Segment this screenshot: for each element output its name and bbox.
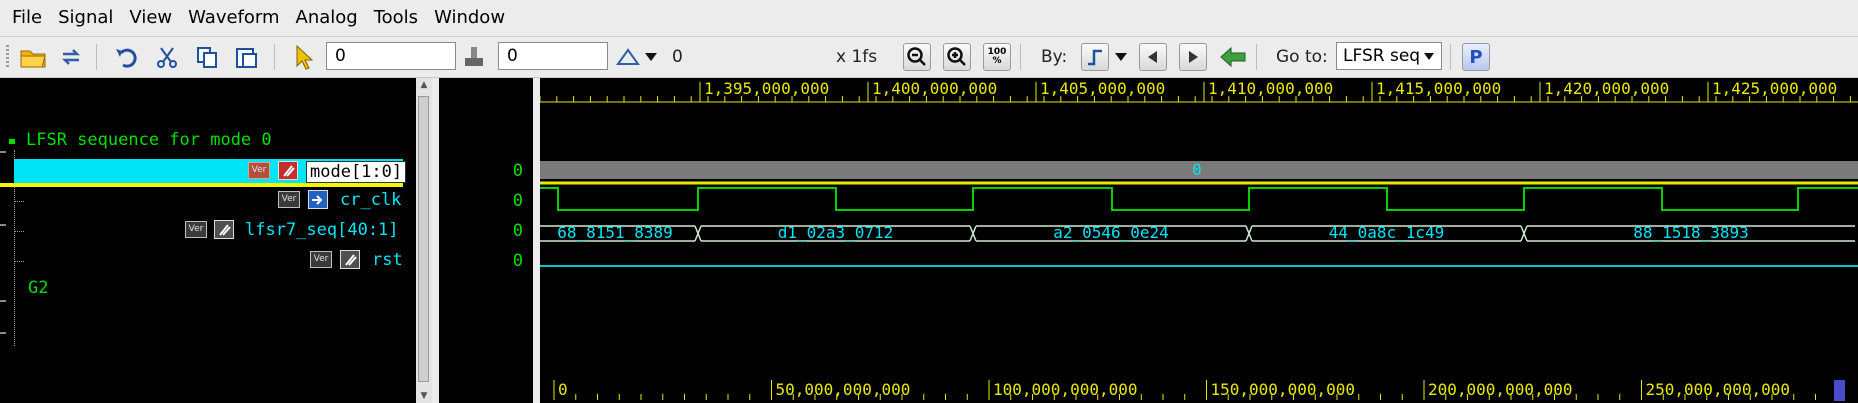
cut-icon[interactable] xyxy=(152,42,182,72)
verilog-badge-icon: Ver xyxy=(278,191,300,208)
ruler-top-label: 1,395,000,000 xyxy=(704,79,829,98)
ruler-bottom-label: 50,000,000,000 xyxy=(776,380,911,399)
ruler-bottom-label: 200,000,000,000 xyxy=(1428,380,1573,399)
value-rst: 0 xyxy=(512,251,523,271)
ruler-top-label: 1,415,000,000 xyxy=(1376,79,1501,98)
marker-time-input[interactable]: 0 xyxy=(498,42,608,70)
wave-lfsr-value: 88_1518_3893 xyxy=(1633,223,1749,242)
search-prev-button[interactable] xyxy=(1139,43,1167,71)
goto-label: Go to: xyxy=(1276,47,1328,67)
goto-select[interactable]: LFSR seq xyxy=(1336,42,1442,70)
wave-lfsr-value: a2_0546_0e24 xyxy=(1053,223,1169,242)
time-ruler-bottom[interactable]: 0 50,000,000,000 100,000,000,000 150,000,00… xyxy=(540,378,1858,403)
triangle-left-icon xyxy=(1148,51,1157,63)
wave-lfsr-value: 44_0a8c_1c49 xyxy=(1329,223,1445,242)
menu-signal[interactable]: Signal xyxy=(50,0,121,36)
zoom-full-button[interactable]: 100 % xyxy=(983,43,1011,71)
ruler-top-label: 1,420,000,000 xyxy=(1544,79,1669,98)
zoom-out-icon xyxy=(907,47,926,66)
delta-value: 0 xyxy=(672,47,683,67)
reload-icon[interactable] xyxy=(56,42,86,72)
signal-value-pane[interactable]: 0 0 0 0 xyxy=(439,78,533,403)
group-title-g2[interactable]: G2 xyxy=(28,278,48,298)
open-folder-icon[interactable] xyxy=(18,42,48,72)
menu-file[interactable]: File xyxy=(0,0,50,36)
triangle-right-icon xyxy=(1189,51,1198,63)
scroll-up-icon[interactable]: ▲ xyxy=(416,78,432,92)
delta-icon xyxy=(614,42,644,72)
value-cr-clk: 0 xyxy=(512,191,523,211)
search-by-dropdown-icon[interactable] xyxy=(1111,42,1131,72)
toolbar-grip[interactable] xyxy=(6,45,9,69)
zoom-in-icon xyxy=(947,47,966,66)
signal-name-cr-clk[interactable]: cr_clk xyxy=(340,190,401,210)
value-lfsr7-seq: 0 xyxy=(512,221,523,241)
wave-mode-value: 0 xyxy=(1192,160,1202,179)
goto-select-value: LFSR seq xyxy=(1343,46,1421,66)
scrollbar-thumb[interactable] xyxy=(418,96,429,382)
ruler-top-label: 1,405,000,000 xyxy=(1040,79,1165,98)
view-window-marker[interactable] xyxy=(1834,380,1845,401)
chevron-down-icon xyxy=(1424,53,1434,60)
wave-cr-clk[interactable] xyxy=(540,187,1858,211)
ruler-bottom-label: 250,000,000,000 xyxy=(1646,380,1791,399)
menu-analog[interactable]: Analog xyxy=(288,0,366,36)
value-mode: 0 xyxy=(512,161,523,181)
waveform-pane[interactable]: 1,395,000,000 1,400,000,000 1,405,000,000 1… xyxy=(540,78,1858,403)
name-pane-scrollbar[interactable]: ▲ ▼ xyxy=(416,78,432,403)
zoom-in-button[interactable] xyxy=(943,43,971,71)
signal-name-mode[interactable]: mode[1:0] xyxy=(306,161,407,183)
by-label: By: xyxy=(1041,47,1068,67)
group-title[interactable]: LFSR sequence for mode 0 xyxy=(26,130,272,150)
bus-icon xyxy=(340,250,360,269)
ruler-top-label: 1,400,000,000 xyxy=(872,79,997,98)
toolbar: 0 0 0 x 1fs 100 % By: Go to: LFSR seq P xyxy=(0,37,1858,78)
menu-bar: File Signal View Waveform Analog Tools W… xyxy=(0,0,1858,37)
ruler-bottom-label: 100,000,000,000 xyxy=(993,380,1138,399)
insertion-marker xyxy=(0,183,403,187)
bus-icon xyxy=(214,220,234,239)
wave-lfsr-value: d1_02a3_0712 xyxy=(778,223,894,242)
search-by-button[interactable] xyxy=(1081,43,1109,71)
verilog-badge-icon: Ver xyxy=(185,221,207,238)
scroll-down-icon[interactable]: ▼ xyxy=(416,389,432,403)
menu-view[interactable]: View xyxy=(121,0,180,36)
pointer-icon[interactable] xyxy=(288,42,318,72)
edge-icon xyxy=(1088,49,1102,66)
delta-dropdown-icon[interactable] xyxy=(641,42,661,72)
signal-name-pane[interactable]: LFSR sequence for mode 0 Ver mode[1:0] V… xyxy=(0,78,416,403)
ruler-top-label: 1,410,000,000 xyxy=(1208,79,1333,98)
signal-name-rst[interactable]: rst xyxy=(372,250,403,270)
cursor-time-input[interactable]: 0 xyxy=(326,42,456,70)
menu-tools[interactable]: Tools xyxy=(366,0,426,36)
verilog-badge-icon: Ver xyxy=(248,162,270,179)
input-port-icon xyxy=(308,190,328,209)
ruler-bottom-label: 150,000,000,000 xyxy=(1211,380,1356,399)
p-button[interactable]: P xyxy=(1462,43,1490,71)
back-icon[interactable] xyxy=(1218,42,1248,72)
copy-icon[interactable] xyxy=(192,42,222,72)
search-next-button[interactable] xyxy=(1179,43,1207,71)
marker-icon[interactable] xyxy=(460,42,490,72)
zoom-out-button[interactable] xyxy=(903,43,931,71)
ruler-bottom-label: 0 xyxy=(558,380,568,399)
wave-lfsr-value: 68_8151_8389 xyxy=(557,223,673,242)
menu-window[interactable]: Window xyxy=(426,0,513,36)
signal-name-lfsr7-seq[interactable]: lfsr7_seq[40:1] xyxy=(245,220,399,240)
ruler-top-label: 1,425,000,000 xyxy=(1712,79,1837,98)
group-expander-icon[interactable] xyxy=(9,139,15,144)
menu-waveform[interactable]: Waveform xyxy=(180,0,287,36)
time-ruler-top[interactable]: 1,395,000,000 1,400,000,000 1,405,000,000 1… xyxy=(540,79,1858,103)
verilog-badge-icon: Ver xyxy=(310,251,332,268)
wave-lfsr7-seq[interactable]: 68_8151_8389 d1_02a3_0712 a2_0546_0e24 44_0… xyxy=(540,223,1855,242)
time-unit-label: x 1fs xyxy=(836,47,878,67)
paste-icon[interactable] xyxy=(232,42,262,72)
bus-icon xyxy=(278,161,298,180)
undo-icon[interactable] xyxy=(112,42,142,72)
